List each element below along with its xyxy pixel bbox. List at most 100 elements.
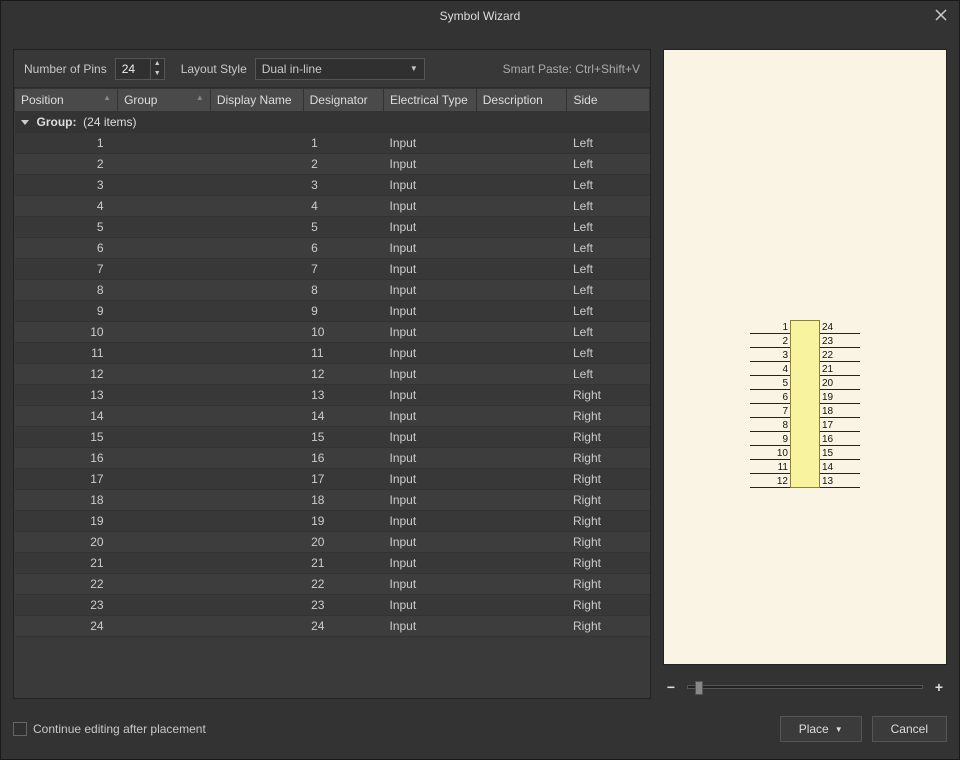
cell-display-name[interactable] [210,532,303,553]
pins-table-container[interactable]: Position▲ Group▲ Display Name Designator… [14,88,650,698]
table-row[interactable]: 66InputLeft [15,238,650,259]
cell-display-name[interactable] [210,385,303,406]
cell-designator[interactable]: 1 [303,133,383,154]
cell-side[interactable]: Left [567,175,650,196]
cell-designator[interactable]: 23 [303,595,383,616]
continue-editing-checkbox[interactable] [13,722,27,736]
cell-group[interactable] [118,385,211,406]
cell-designator[interactable]: 4 [303,196,383,217]
cell-electrical[interactable]: Input [384,448,477,469]
table-row[interactable]: 2020InputRight [15,532,650,553]
cell-display-name[interactable] [210,553,303,574]
cell-side[interactable]: Left [567,301,650,322]
cell-position[interactable]: 7 [15,259,118,280]
cell-group[interactable] [118,154,211,175]
table-row[interactable]: 44InputLeft [15,196,650,217]
col-display-name[interactable]: Display Name [210,89,303,112]
cell-designator[interactable]: 7 [303,259,383,280]
cell-side[interactable]: Left [567,343,650,364]
cell-designator[interactable]: 9 [303,301,383,322]
cell-designator[interactable]: 22 [303,574,383,595]
cell-group[interactable] [118,427,211,448]
cell-position[interactable]: 2 [15,154,118,175]
cell-side[interactable]: Right [567,385,650,406]
cell-side[interactable]: Left [567,133,650,154]
cell-position[interactable]: 16 [15,448,118,469]
cell-electrical[interactable]: Input [384,280,477,301]
cell-designator[interactable]: 19 [303,511,383,532]
num-pins-input[interactable] [116,60,150,78]
cell-group[interactable] [118,364,211,385]
cell-group[interactable] [118,574,211,595]
cell-designator[interactable]: 12 [303,364,383,385]
cell-designator[interactable]: 17 [303,469,383,490]
table-row[interactable]: 55InputLeft [15,217,650,238]
cell-electrical[interactable]: Input [384,490,477,511]
cell-display-name[interactable] [210,574,303,595]
cell-group[interactable] [118,196,211,217]
cell-position[interactable]: 17 [15,469,118,490]
table-row[interactable]: 1717InputRight [15,469,650,490]
table-row[interactable]: 1212InputLeft [15,364,650,385]
cell-description[interactable] [476,217,567,238]
cell-group[interactable] [118,301,211,322]
cell-side[interactable]: Left [567,154,650,175]
cell-description[interactable] [476,595,567,616]
cell-description[interactable] [476,343,567,364]
cell-designator[interactable]: 13 [303,385,383,406]
cell-position[interactable]: 15 [15,427,118,448]
zoom-in-button[interactable]: + [931,679,947,695]
cell-description[interactable] [476,448,567,469]
cell-group[interactable] [118,553,211,574]
col-position[interactable]: Position▲ [15,89,118,112]
table-row[interactable]: 2222InputRight [15,574,650,595]
table-row[interactable]: 1313InputRight [15,385,650,406]
cell-description[interactable] [476,490,567,511]
cell-electrical[interactable]: Input [384,154,477,175]
cell-designator[interactable]: 11 [303,343,383,364]
cell-designator[interactable]: 5 [303,217,383,238]
cell-group[interactable] [118,532,211,553]
cell-group[interactable] [118,280,211,301]
cell-display-name[interactable] [210,406,303,427]
cell-description[interactable] [476,511,567,532]
cell-description[interactable] [476,364,567,385]
cell-description[interactable] [476,616,567,637]
zoom-slider-thumb[interactable] [695,681,703,695]
cell-description[interactable] [476,406,567,427]
cell-electrical[interactable]: Input [384,322,477,343]
cell-electrical[interactable]: Input [384,301,477,322]
cell-description[interactable] [476,553,567,574]
cell-electrical[interactable]: Input [384,217,477,238]
cell-side[interactable]: Right [567,595,650,616]
cell-position[interactable]: 1 [15,133,118,154]
cell-position[interactable]: 8 [15,280,118,301]
table-row[interactable]: 2121InputRight [15,553,650,574]
cell-display-name[interactable] [210,154,303,175]
cell-display-name[interactable] [210,301,303,322]
cell-side[interactable]: Right [567,469,650,490]
cell-display-name[interactable] [210,280,303,301]
cell-description[interactable] [476,427,567,448]
cell-display-name[interactable] [210,448,303,469]
cell-position[interactable]: 12 [15,364,118,385]
table-row[interactable]: 11InputLeft [15,133,650,154]
cell-electrical[interactable]: Input [384,616,477,637]
col-electrical[interactable]: Electrical Type [384,89,477,112]
cell-position[interactable]: 3 [15,175,118,196]
cell-position[interactable]: 22 [15,574,118,595]
cell-designator[interactable]: 16 [303,448,383,469]
cell-designator[interactable]: 21 [303,553,383,574]
cancel-button[interactable]: Cancel [872,716,947,742]
cell-display-name[interactable] [210,511,303,532]
cell-electrical[interactable]: Input [384,175,477,196]
cell-position[interactable]: 5 [15,217,118,238]
cell-electrical[interactable]: Input [384,259,477,280]
col-group[interactable]: Group▲ [118,89,211,112]
spinner-up-icon[interactable]: ▲ [151,59,164,69]
cell-display-name[interactable] [210,259,303,280]
cell-group[interactable] [118,217,211,238]
cell-group[interactable] [118,343,211,364]
zoom-out-button[interactable]: − [663,679,679,695]
cell-group[interactable] [118,238,211,259]
